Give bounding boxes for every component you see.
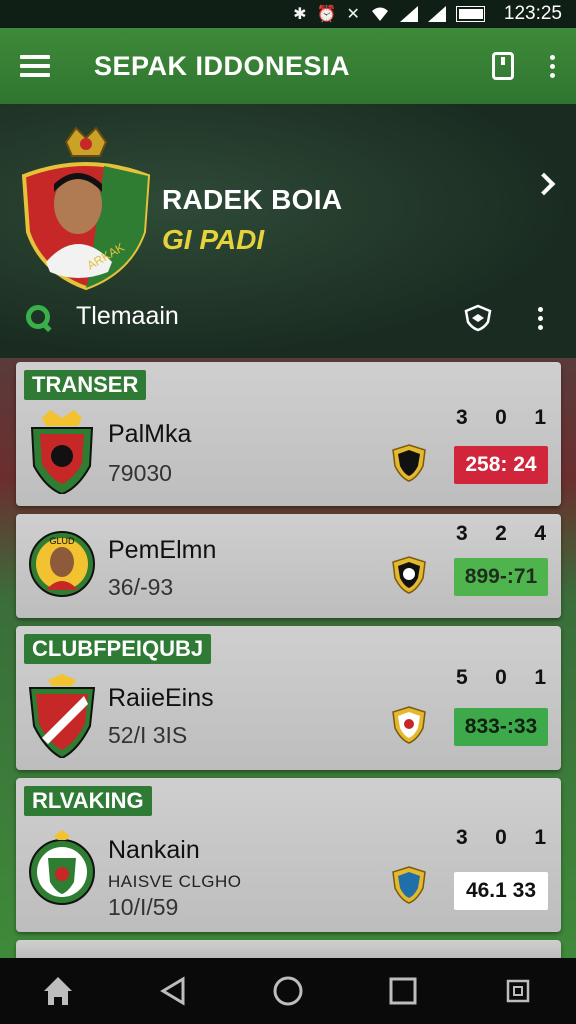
- team-card[interactable]: GLUD PemElmn 36/-93 3 2 4 899-:71: [16, 514, 561, 618]
- card-tag: CLUBFPEIQUBJ: [24, 634, 212, 664]
- team-stat: 36/-93: [108, 574, 174, 600]
- back-icon[interactable]: [153, 971, 193, 1011]
- shield-badge-icon: [392, 866, 426, 904]
- player-subtitle: GI PADI: [162, 224, 265, 255]
- screenshot-icon[interactable]: [498, 971, 538, 1011]
- score-badge: 258: 24: [454, 446, 548, 484]
- status-time: 123:25: [503, 3, 562, 24]
- app-title: SEPAK IDDONESIA: [94, 50, 351, 81]
- shield-badge-icon: [392, 444, 426, 482]
- search-row[interactable]: Tlemaain: [26, 302, 179, 331]
- score-badge: 899-:71: [454, 558, 548, 596]
- score-badge: 833-:33: [454, 708, 548, 746]
- more-icon[interactable]: [536, 307, 544, 330]
- team-card[interactable]: CLUBFPEIQUBJ RaiieEins 52/I 3IS 5 0 1 83…: [16, 626, 561, 770]
- team-name: PalMka: [108, 420, 192, 448]
- team-stat: 79030: [108, 460, 172, 486]
- card-tag: RLVAKING: [24, 786, 152, 816]
- search-icon: [26, 304, 50, 329]
- bluetooth-icon: ✱: [293, 6, 307, 23]
- more-icon[interactable]: [548, 54, 556, 78]
- shield-icon[interactable]: [464, 304, 492, 332]
- team-name: PemElmn: [108, 536, 217, 564]
- team-extra: HAISVE CLGHO: [108, 872, 242, 891]
- signal-icon: [427, 6, 446, 22]
- search-label: Tlemaain: [76, 302, 179, 330]
- match-number: 3: [456, 826, 468, 849]
- match-number: 1: [534, 406, 546, 429]
- home-circle-icon[interactable]: [268, 971, 308, 1011]
- match-number: 5: [456, 666, 468, 689]
- team-stat: 10/I/59: [108, 894, 179, 920]
- match-number: 1: [534, 826, 546, 849]
- match-numbers: 3 0 1: [456, 826, 546, 850]
- menu-icon[interactable]: [20, 55, 50, 77]
- match-number: 0: [495, 406, 507, 429]
- battery-icon: [455, 6, 485, 22]
- match-number: 4: [534, 522, 546, 545]
- wifi-icon: [371, 7, 388, 21]
- chevron-right-icon[interactable]: [532, 172, 556, 196]
- team-card[interactable]: TRANSER PalMka 79030 3 0 1 258: 24: [16, 362, 561, 506]
- app-bar: SEPAK IDDONESIA: [0, 28, 576, 104]
- score-badge: 46.1 33: [454, 872, 548, 910]
- match-numbers: 5 0 1: [456, 666, 546, 690]
- match-number: 3: [456, 406, 468, 429]
- team-card[interactable]: [16, 940, 561, 958]
- home-icon[interactable]: [38, 971, 78, 1011]
- match-number: 3: [456, 522, 468, 545]
- match-number: 1: [534, 666, 546, 689]
- alarm-icon: ⏰: [316, 6, 337, 23]
- player-name: RADEK BOIA: [162, 184, 343, 215]
- svg-text:GLUD: GLUD: [49, 536, 75, 546]
- team-badge-icon: [30, 410, 94, 494]
- player-crest: ARKAK: [21, 126, 151, 291]
- team-badge-icon: [28, 674, 96, 758]
- status-bar: ✱ ⏰ ✕ 123:25: [0, 0, 576, 28]
- no-signal-icon: ✕: [346, 6, 360, 23]
- match-numbers: 3 2 4: [456, 522, 546, 546]
- navigation-bar: [0, 958, 576, 1024]
- match-number: 0: [495, 826, 507, 849]
- team-badge-icon: GLUD: [29, 531, 95, 597]
- recents-icon[interactable]: [383, 971, 423, 1011]
- player-header[interactable]: ARKAK RADEK BOIA GI PADI Tlemaain: [0, 104, 576, 358]
- team-name: Nankain: [108, 836, 200, 864]
- match-number: 2: [495, 522, 507, 545]
- team-name: RaiieEins: [108, 684, 214, 712]
- team-badge-icon: [29, 830, 95, 905]
- match-numbers: 3 0 1: [456, 406, 546, 430]
- signal-icon: [399, 6, 418, 22]
- shield-badge-icon: [392, 556, 426, 594]
- team-stat: 52/I 3IS: [108, 722, 188, 748]
- match-number: 0: [495, 666, 507, 689]
- shield-badge-icon: [392, 706, 426, 744]
- phone-icon[interactable]: [492, 52, 514, 80]
- card-tag: TRANSER: [24, 370, 147, 400]
- team-card[interactable]: RLVAKING Nankain HAISVE CLGHO 10/I/59 3 …: [16, 778, 561, 932]
